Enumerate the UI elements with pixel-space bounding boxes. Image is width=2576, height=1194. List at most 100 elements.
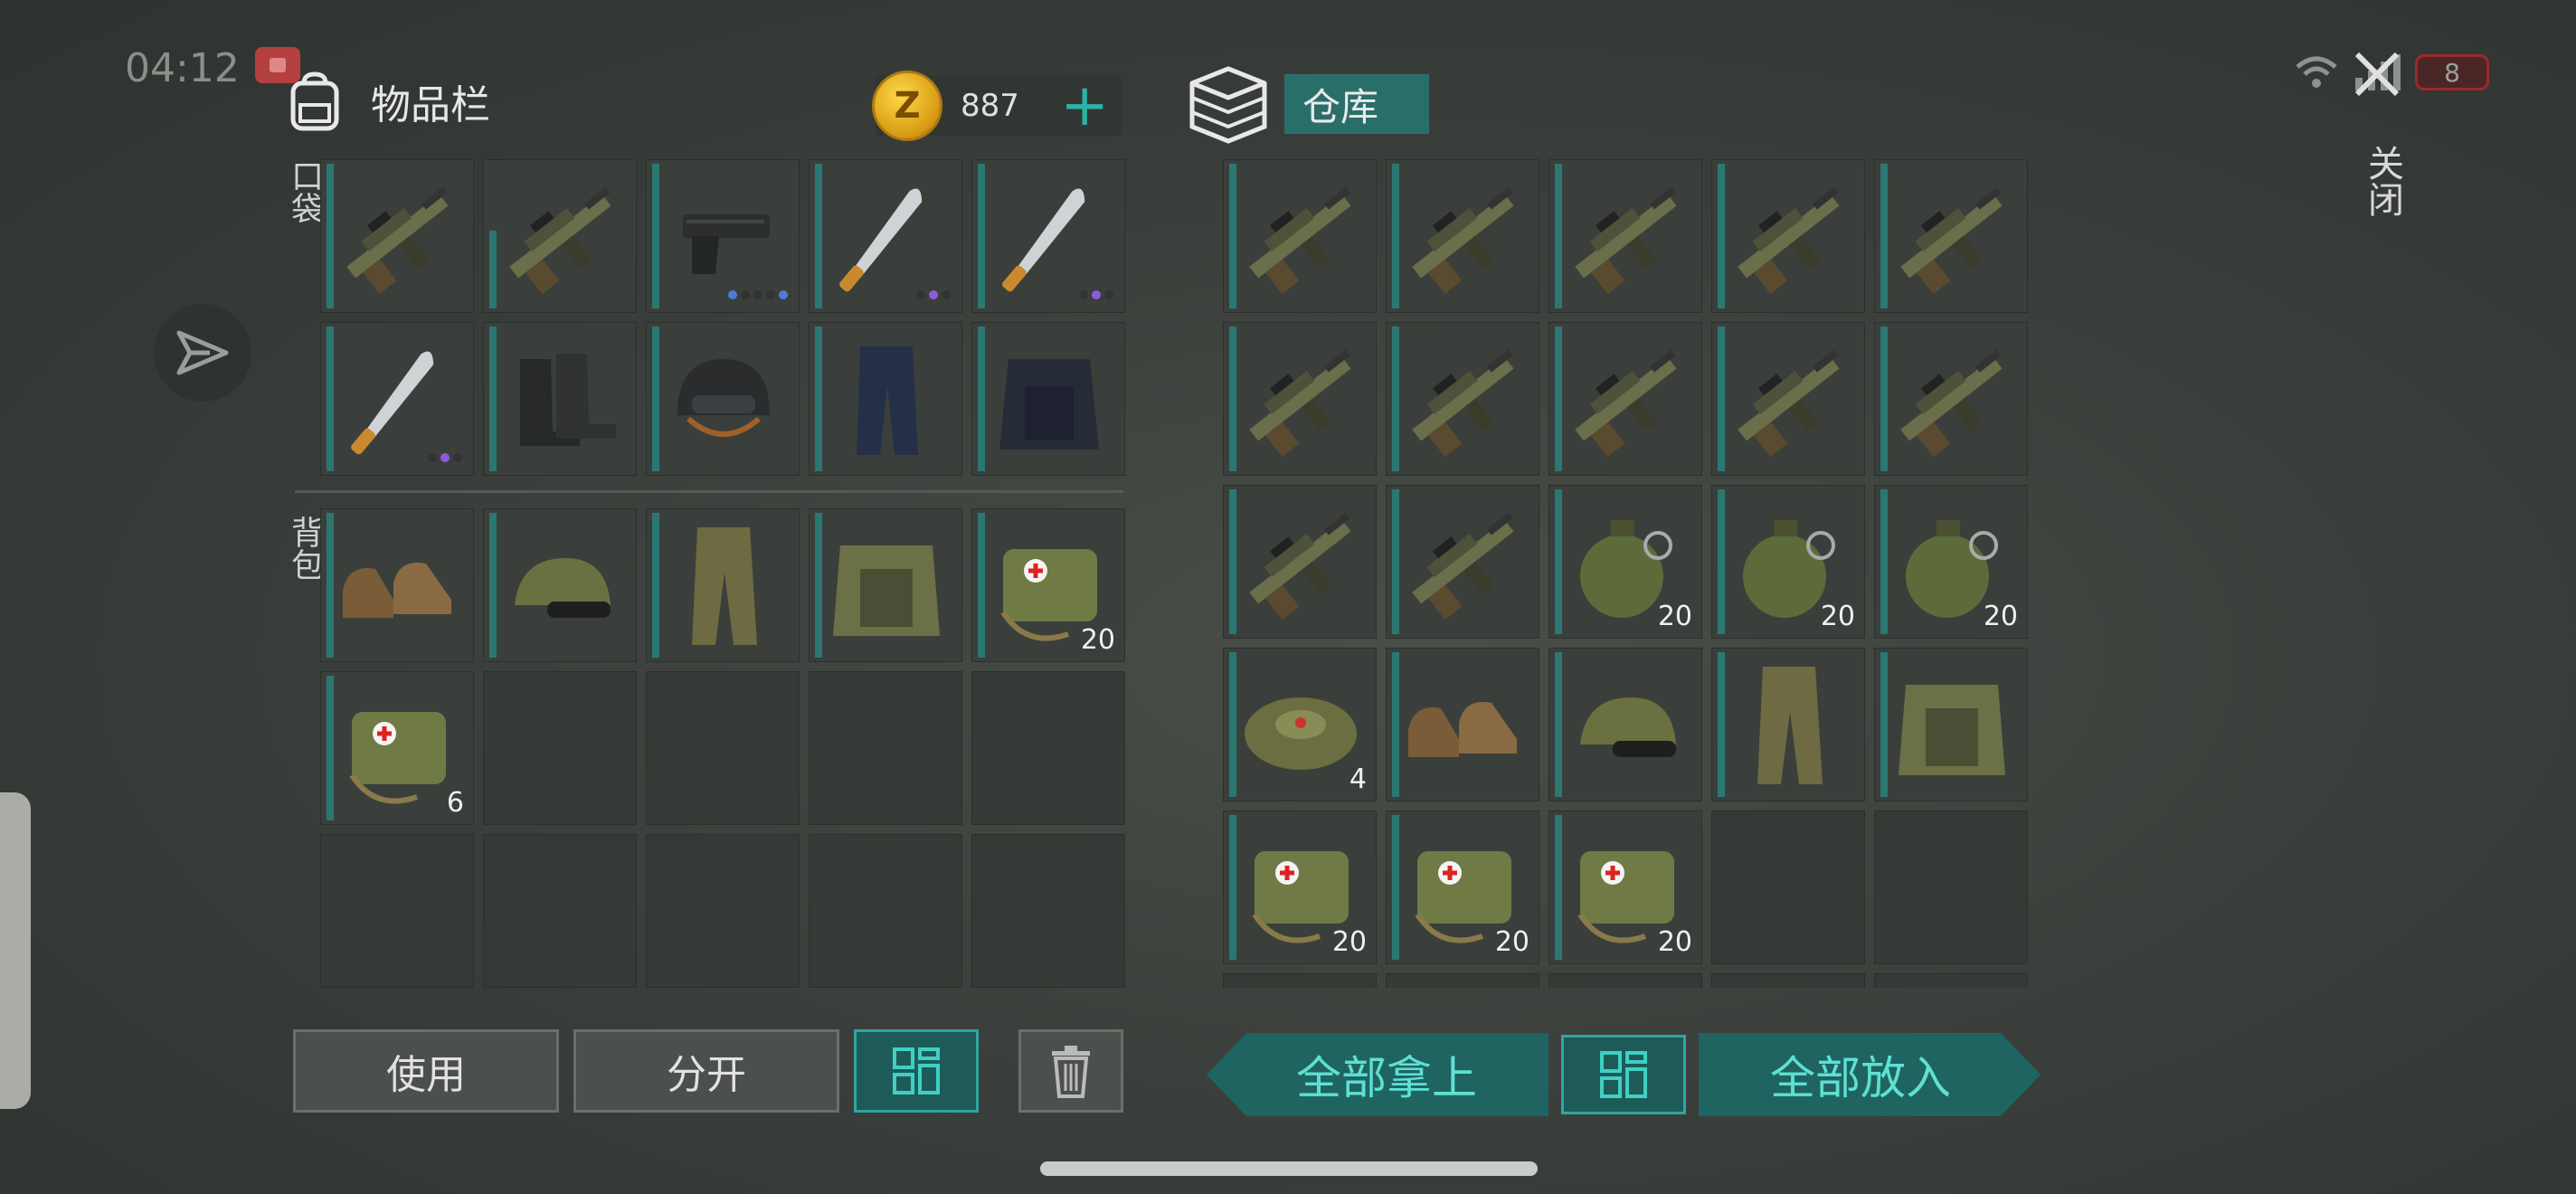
item-count: 4 (1349, 763, 1367, 795)
warehouse-slot-empty[interactable] (1223, 973, 1377, 988)
warehouse-slot-assault-rifle[interactable] (1874, 159, 2028, 313)
backpack-slot-empty[interactable] (483, 671, 637, 825)
backpack-slot-medkit[interactable]: 20 (971, 508, 1125, 662)
machete-icon (839, 188, 923, 292)
warehouse-slot-landmine[interactable]: 4 (1223, 648, 1377, 801)
item-count: 20 (1331, 926, 1367, 958)
take-all-button[interactable]: 全部拿上 (1207, 1033, 1548, 1116)
storage-icon (1189, 66, 1267, 144)
item-count: 20 (1657, 926, 1692, 958)
backpack-slot-cap-camo[interactable] (483, 508, 637, 662)
backpack-slot-empty[interactable] (971, 671, 1125, 825)
warehouse-slot-empty[interactable] (1874, 973, 2028, 988)
sort-warehouse-button[interactable] (1561, 1035, 1686, 1114)
split-button[interactable]: 分开 (573, 1029, 839, 1113)
warehouse-slot-assault-rifle[interactable] (1386, 159, 1539, 313)
sort-inventory-button[interactable] (854, 1029, 979, 1113)
backpack-slot-shoes-brown[interactable] (320, 508, 474, 662)
pocket-slot-machete[interactable] (320, 322, 474, 476)
warehouse-slot-assault-rifle[interactable] (1223, 485, 1377, 639)
item-count: 20 (1657, 601, 1692, 632)
warehouse-slot-medkit[interactable]: 20 (1386, 810, 1539, 964)
coin-panel: Z 887 + (872, 71, 1122, 141)
warehouse-slot-empty[interactable] (1386, 973, 1539, 988)
pocket-slot-vest-blue[interactable] (971, 322, 1125, 476)
send-icon (176, 330, 229, 375)
warehouse-slot-grenade[interactable]: 20 (1548, 485, 1702, 639)
shoes-brown-icon (343, 562, 451, 618)
backpack-grid: 20 6 (320, 508, 1125, 988)
warehouse-title: 仓库 (1302, 84, 1379, 129)
add-coins-button[interactable]: + (1060, 77, 1109, 135)
landmine-icon (1245, 697, 1357, 770)
pocket-slot-pants-blue[interactable] (809, 322, 962, 476)
warehouse-slot-assault-rifle[interactable] (1711, 159, 1865, 313)
warehouse-slot-vest-camo[interactable] (1874, 648, 2028, 801)
warehouse-slot-pants-camo[interactable] (1711, 648, 1865, 801)
assault-rifle-icon (1575, 186, 1677, 295)
warehouse-tab[interactable]: 仓库 (1284, 74, 1429, 134)
warehouse-slot-assault-rifle[interactable] (1548, 159, 1702, 313)
warehouse-slot-assault-rifle[interactable] (1386, 485, 1539, 639)
warehouse-slot-empty[interactable] (1548, 973, 1702, 988)
close-icon[interactable] (2350, 47, 2404, 101)
warehouse-slot-shoes-brown[interactable] (1386, 648, 1539, 801)
item-count: 20 (1080, 624, 1115, 656)
pocket-slot-pistol[interactable] (646, 159, 800, 313)
warehouse-slot-cap-camo[interactable] (1548, 648, 1702, 801)
pistol-icon (683, 214, 770, 274)
warehouse-slot-assault-rifle[interactable] (1223, 322, 1377, 476)
use-button[interactable]: 使用 (293, 1029, 559, 1113)
warehouse-slot-medkit[interactable]: 20 (1548, 810, 1702, 964)
shoes-brown-icon (1408, 701, 1517, 757)
pocket-slot-boots-black[interactable] (483, 322, 637, 476)
warehouse-slot-empty[interactable] (1711, 810, 1865, 964)
pocket-slot-machete[interactable] (971, 159, 1125, 313)
warehouse-slot-medkit[interactable]: 20 (1223, 810, 1377, 964)
split-button-label: 分开 (667, 1052, 746, 1098)
backpack-slot-empty[interactable] (809, 671, 962, 825)
assault-rifle-icon (1249, 186, 1351, 295)
pocket-slot-helmet[interactable] (646, 322, 800, 476)
warehouse-slot-empty[interactable] (1711, 973, 1865, 988)
assault-rifle-icon (509, 186, 611, 295)
delete-button[interactable] (1018, 1029, 1123, 1113)
backpack-slot-empty[interactable] (809, 834, 962, 988)
backpack-slot-pants-camo[interactable] (646, 508, 800, 662)
pants-camo-icon (1757, 667, 1823, 784)
backpack-slot-empty[interactable] (971, 834, 1125, 988)
warehouse-slot-assault-rifle[interactable] (1711, 322, 1865, 476)
grid-sort-icon (1600, 1051, 1647, 1098)
backpack-slot-empty[interactable] (646, 834, 800, 988)
assault-rifle-icon (1738, 349, 1840, 458)
warehouse-slot-empty[interactable] (1874, 810, 2028, 964)
home-indicator[interactable] (1040, 1161, 1538, 1176)
pocket-slot-machete[interactable] (809, 159, 962, 313)
warehouse-slot-assault-rifle[interactable] (1386, 322, 1539, 476)
backpack-slot-empty[interactable] (483, 834, 637, 988)
warehouse-slot-assault-rifle[interactable] (1223, 159, 1377, 313)
assault-rifle-icon (346, 186, 449, 295)
backpack-slot-medkit[interactable]: 6 (320, 671, 474, 825)
clock: 04:12 (125, 45, 240, 91)
send-button[interactable] (154, 304, 251, 402)
side-drawer-handle[interactable] (0, 792, 31, 1109)
backpack-slot-empty[interactable] (646, 671, 800, 825)
assault-rifle-icon (1249, 512, 1351, 621)
warehouse-slot-grenade[interactable]: 20 (1874, 485, 2028, 639)
take-all-label: 全部拿上 (1296, 1052, 1477, 1104)
warehouse-grid[interactable]: 20 20 20 4 20 20 20 (1223, 159, 2028, 988)
warehouse-slot-assault-rifle[interactable] (1874, 322, 2028, 476)
pocket-slot-assault-rifle[interactable] (320, 159, 474, 313)
item-count: 6 (446, 787, 464, 819)
close-label[interactable]: 关闭 (2356, 145, 2409, 217)
put-all-button[interactable]: 全部放入 (1699, 1033, 2041, 1116)
inventory-title: 物品栏 (371, 82, 490, 128)
backpack-slot-empty[interactable] (320, 834, 474, 988)
pocket-slot-assault-rifle[interactable] (483, 159, 637, 313)
warehouse-slot-grenade[interactable]: 20 (1711, 485, 1865, 639)
backpack-slot-vest-camo[interactable] (809, 508, 962, 662)
warehouse-slot-assault-rifle[interactable] (1548, 322, 1702, 476)
wifi-icon (2296, 56, 2337, 88)
upgrade-dots (428, 453, 462, 462)
